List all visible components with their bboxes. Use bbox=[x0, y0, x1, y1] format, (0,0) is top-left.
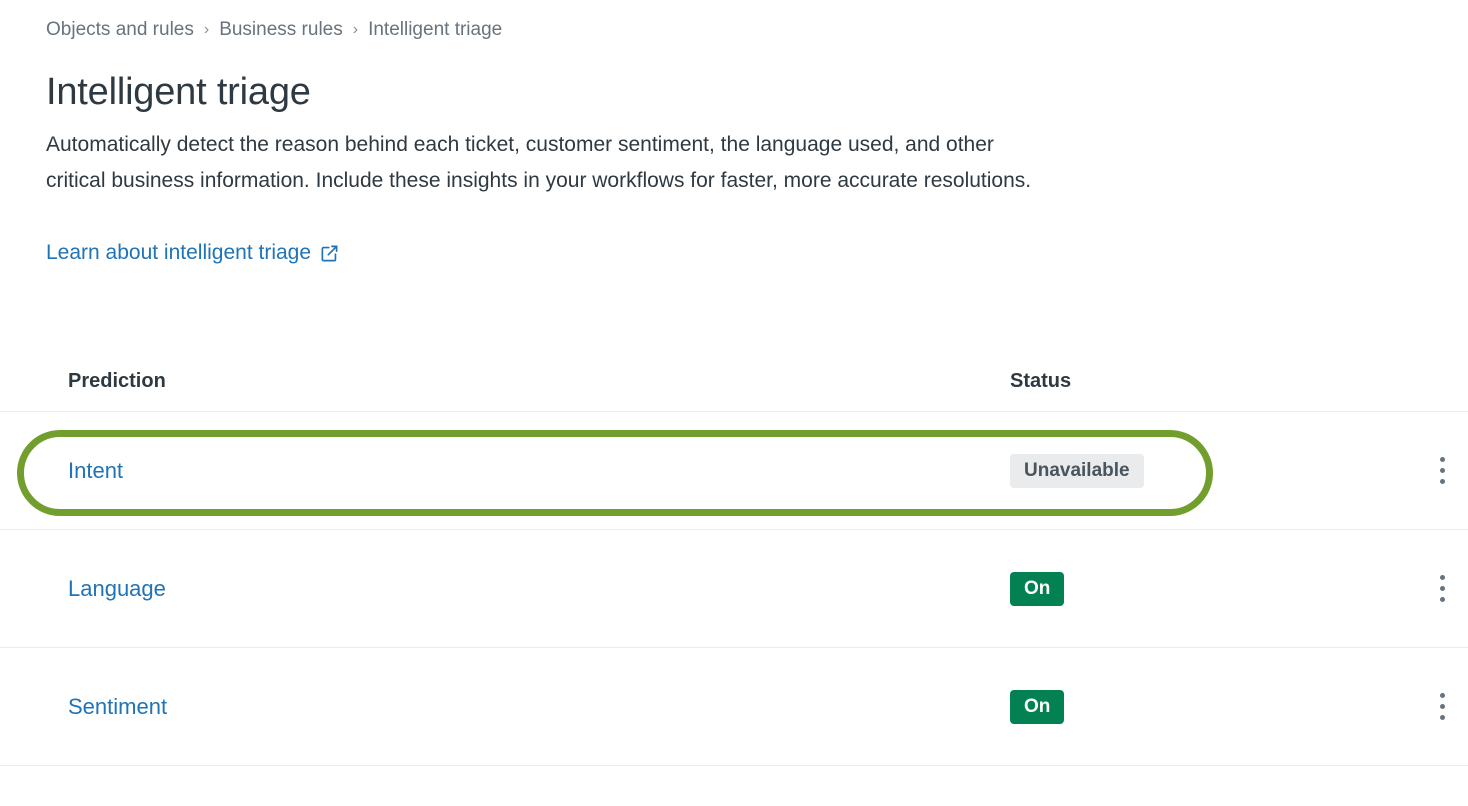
page-description: Automatically detect the reason behind e… bbox=[46, 133, 1032, 192]
breadcrumb: Objects and rules › Business rules › Int… bbox=[46, 16, 502, 44]
kebab-menu-icon[interactable] bbox=[1424, 687, 1460, 727]
cell-prediction: Sentiment bbox=[68, 693, 1010, 721]
table-row[interactable]: Intent Unavailable bbox=[0, 412, 1468, 530]
breadcrumb-separator-icon: › bbox=[352, 21, 359, 38]
table-row[interactable]: Language On bbox=[0, 530, 1468, 648]
kebab-dot bbox=[1439, 704, 1445, 709]
column-header-status: Status bbox=[1010, 370, 1072, 392]
breadcrumb-item-intelligent-triage: Intelligent triage bbox=[368, 19, 503, 40]
kebab-dot bbox=[1439, 575, 1445, 580]
kebab-dot bbox=[1439, 715, 1445, 720]
prediction-link-intent[interactable]: Intent bbox=[68, 458, 123, 483]
kebab-dot bbox=[1439, 457, 1445, 462]
cell-status: Unavailable bbox=[1010, 453, 1468, 488]
breadcrumb-item-objects-and-rules[interactable]: Objects and rules bbox=[46, 16, 194, 44]
external-link-icon bbox=[320, 244, 339, 263]
prediction-link-sentiment[interactable]: Sentiment bbox=[68, 694, 167, 719]
kebab-dot bbox=[1439, 597, 1445, 602]
breadcrumb-separator-icon: › bbox=[203, 21, 210, 38]
predictions-table: Prediction Status Intent Unavailable Lan… bbox=[0, 350, 1468, 766]
breadcrumb-item-business-rules[interactable]: Business rules bbox=[219, 16, 343, 44]
kebab-menu-icon[interactable] bbox=[1424, 569, 1460, 609]
cell-prediction: Intent bbox=[68, 457, 1010, 485]
status-badge: On bbox=[1010, 571, 1065, 606]
page-title: Intelligent triage bbox=[46, 71, 311, 113]
column-header-prediction: Prediction bbox=[68, 370, 166, 392]
cell-status: On bbox=[1010, 689, 1468, 724]
table-row[interactable]: Sentiment On bbox=[0, 648, 1468, 766]
prediction-link-language[interactable]: Language bbox=[68, 576, 166, 601]
kebab-dot bbox=[1439, 586, 1445, 591]
status-badge: On bbox=[1010, 689, 1065, 724]
kebab-dot bbox=[1439, 693, 1445, 698]
kebab-dot bbox=[1439, 479, 1445, 484]
learn-link-label: Learn about intelligent triage bbox=[46, 241, 312, 264]
cell-prediction: Language bbox=[68, 575, 1010, 603]
table-header-row: Prediction Status bbox=[0, 350, 1468, 412]
status-badge: Unavailable bbox=[1010, 453, 1144, 488]
learn-about-intelligent-triage-link[interactable]: Learn about intelligent triage bbox=[46, 238, 339, 268]
kebab-dot bbox=[1439, 468, 1445, 473]
cell-status: On bbox=[1010, 571, 1468, 606]
kebab-menu-icon[interactable] bbox=[1424, 451, 1460, 491]
